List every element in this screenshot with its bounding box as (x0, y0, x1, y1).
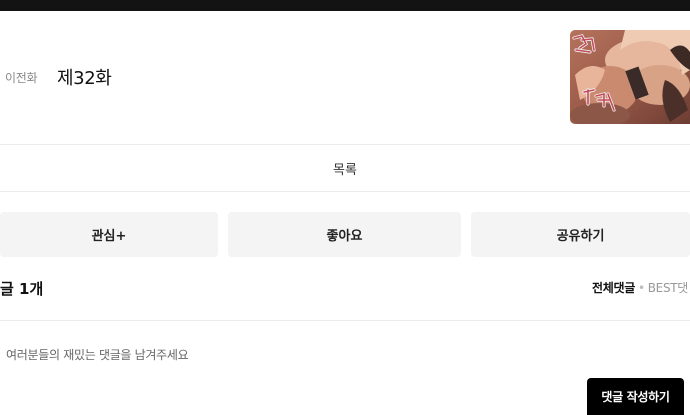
comment-sort-tabs: 전체댓글 • BEST댓 (592, 279, 688, 296)
episode-title: 제32화 (57, 68, 112, 89)
episode-thumbnail[interactable] (570, 30, 690, 124)
sort-all-comments-tab[interactable]: 전체댓글 (592, 281, 635, 295)
thumbnail-illustration (570, 30, 690, 124)
comment-count-heading: 글 1개 (0, 280, 44, 298)
like-button-label: 좋아요 (326, 229, 363, 244)
share-button-label: 공유하기 (556, 229, 605, 244)
write-comment-button-label: 댓글 작성하기 (601, 390, 670, 404)
top-bar (0, 0, 690, 11)
divider (0, 320, 690, 321)
sort-separator: • (637, 281, 645, 295)
comment-input[interactable]: 여러분들의 재밌는 댓글을 남겨주세요 (6, 346, 189, 363)
subscribe-button-label: 관심+ (91, 229, 127, 244)
write-comment-button[interactable]: 댓글 작성하기 (587, 378, 684, 415)
list-button-label: 목록 (333, 162, 357, 178)
episode-viewer-page: 이전화 제32화 목록 관심+ 좋아요 공유하기 글 1개 전체댓글 • BES… (0, 0, 690, 415)
share-button[interactable]: 공유하기 (471, 212, 690, 257)
prev-episode-link[interactable]: 이전화 (5, 69, 38, 86)
sort-best-comments-tab[interactable]: BEST댓 (648, 281, 689, 295)
like-button[interactable]: 좋아요 (228, 212, 461, 257)
list-button[interactable]: 목록 (0, 145, 690, 191)
divider (0, 191, 690, 192)
subscribe-button[interactable]: 관심+ (0, 212, 218, 257)
